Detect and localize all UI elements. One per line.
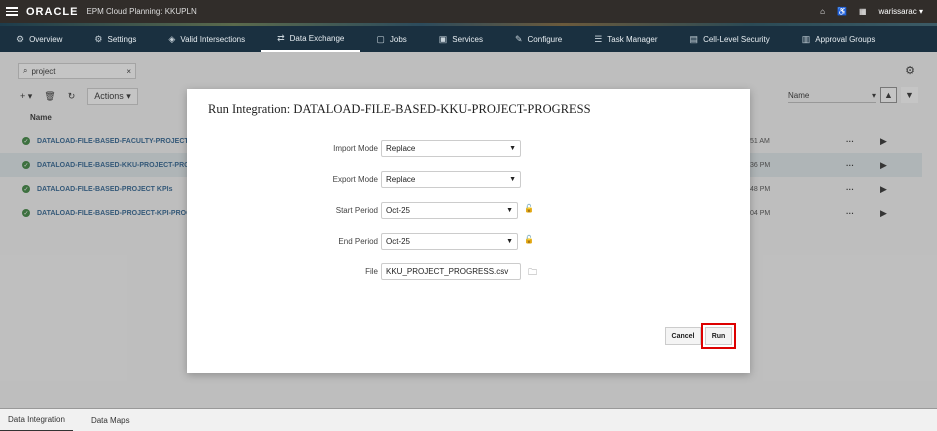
folder-icon[interactable]: 🗀 xyxy=(528,265,537,281)
tab-overview[interactable]: ⚙ Overview xyxy=(0,26,78,52)
file-input[interactable]: KKU_PROJECT_PROGRESS.csv xyxy=(381,263,521,280)
import-mode-select[interactable]: Replace ▼ xyxy=(381,140,521,157)
tab-label: Settings xyxy=(107,34,137,44)
file-label: File xyxy=(365,267,378,276)
tab-label: Approval Groups xyxy=(815,34,876,44)
tab-label: Task Manager xyxy=(607,34,658,44)
tab-data-integration[interactable]: Data Integration xyxy=(0,409,73,431)
start-period-select[interactable]: Oct-25 ▼ xyxy=(381,202,518,219)
top-bar: ORACLE EPM Cloud Planning: KKUPLN ⌂ ♿ ▦ … xyxy=(0,0,937,23)
bottom-tabs: Data Integration Data Maps xyxy=(0,408,937,431)
tab-label: Valid Intersections xyxy=(180,34,246,44)
export-mode-value: Replace xyxy=(386,175,416,184)
overview-icon: ⚙ xyxy=(16,33,25,44)
tab-approval-groups[interactable]: ▥ Approval Groups xyxy=(786,26,892,52)
user-menu[interactable]: warissarac ▾ xyxy=(879,7,923,16)
dialog-title: Run Integration: DATALOAD-FILE-BASED-KKU… xyxy=(208,102,591,116)
import-mode-value: Replace xyxy=(386,144,416,153)
tab-label: Overview xyxy=(29,34,63,44)
settings-icon: ⚙ xyxy=(94,33,103,44)
home-icon[interactable]: ⌂ xyxy=(820,7,825,16)
approval-groups-icon: ▥ xyxy=(801,33,811,44)
unlock-icon[interactable]: 🔓 xyxy=(524,204,534,213)
file-field: File KKU_PROJECT_PROGRESS.csv 🗀 xyxy=(187,263,750,280)
start-period-label: Start Period xyxy=(335,206,378,215)
tab-cell-level-security[interactable]: ▤ Cell-Level Security xyxy=(674,26,786,52)
services-icon: ▣ xyxy=(438,33,448,44)
chevron-down-icon: ▼ xyxy=(509,145,516,152)
chevron-down-icon: ▼ xyxy=(506,238,513,245)
menu-icon[interactable] xyxy=(6,5,18,18)
import-mode-field: Import Mode Replace ▼ xyxy=(187,140,750,157)
export-mode-field: Export Mode Replace ▼ xyxy=(187,171,750,188)
chevron-down-icon: ▼ xyxy=(506,207,513,214)
run-button[interactable]: Run xyxy=(705,327,732,345)
tab-configure[interactable]: ✎ Configure xyxy=(499,26,578,52)
file-value: KKU_PROJECT_PROGRESS.csv xyxy=(386,267,509,276)
chevron-down-icon: ▼ xyxy=(509,176,516,183)
tab-data-exchange[interactable]: ⇄ Data Exchange xyxy=(261,26,361,52)
run-integration-dialog: Run Integration: DATALOAD-FILE-BASED-KKU… xyxy=(187,89,750,373)
end-period-field: End Period Oct-25 ▼ 🔓 xyxy=(187,233,750,250)
unlock-icon[interactable]: 🔓 xyxy=(524,235,534,244)
start-period-value: Oct-25 xyxy=(386,206,411,215)
cell-security-icon: ▤ xyxy=(689,33,699,44)
configure-icon: ✎ xyxy=(514,33,523,44)
accessibility-icon[interactable]: ♿ xyxy=(837,7,847,16)
run-button-highlight: Run xyxy=(701,323,736,349)
tab-label: Configure xyxy=(527,34,563,44)
task-manager-icon: ☰ xyxy=(594,33,603,44)
start-period-field: Start Period Oct-25 ▼ 🔓 xyxy=(187,202,750,219)
tab-task-manager[interactable]: ☰ Task Manager xyxy=(578,26,673,52)
tab-valid-intersections[interactable]: ◈ Valid Intersections xyxy=(152,26,261,52)
data-exchange-icon: ⇄ xyxy=(277,32,285,43)
user-name: warissarac xyxy=(878,7,917,16)
end-period-select[interactable]: Oct-25 ▼ xyxy=(381,233,518,250)
oracle-logo: ORACLE xyxy=(26,5,79,18)
end-period-label: End Period xyxy=(338,237,378,246)
export-mode-label: Export Mode xyxy=(332,175,378,184)
end-period-value: Oct-25 xyxy=(386,237,411,246)
tab-settings[interactable]: ⚙ Settings xyxy=(78,26,152,52)
tab-label: Services xyxy=(452,34,483,44)
tab-jobs[interactable]: ▢ Jobs xyxy=(360,26,422,52)
import-mode-label: Import Mode xyxy=(333,144,378,153)
tab-data-maps[interactable]: Data Maps xyxy=(83,409,138,431)
app-title: EPM Cloud Planning: KKUPLN xyxy=(86,7,197,16)
tab-label: Data Exchange xyxy=(289,33,345,43)
nav-tabs: ⚙ Overview ⚙ Settings ◈ Valid Intersections… xyxy=(0,26,937,52)
valid-intersections-icon: ◈ xyxy=(168,33,176,44)
cancel-button[interactable]: Cancel xyxy=(665,327,701,345)
tab-services[interactable]: ▣ Services xyxy=(423,26,499,52)
navigator-icon[interactable]: ▦ xyxy=(859,7,867,16)
tab-label: Cell-Level Security xyxy=(703,34,770,44)
export-mode-select[interactable]: Replace ▼ xyxy=(381,171,521,188)
jobs-icon: ▢ xyxy=(376,33,385,44)
topbar-right: ⌂ ♿ ▦ warissarac ▾ xyxy=(820,0,923,23)
tab-label: Jobs xyxy=(389,34,407,44)
